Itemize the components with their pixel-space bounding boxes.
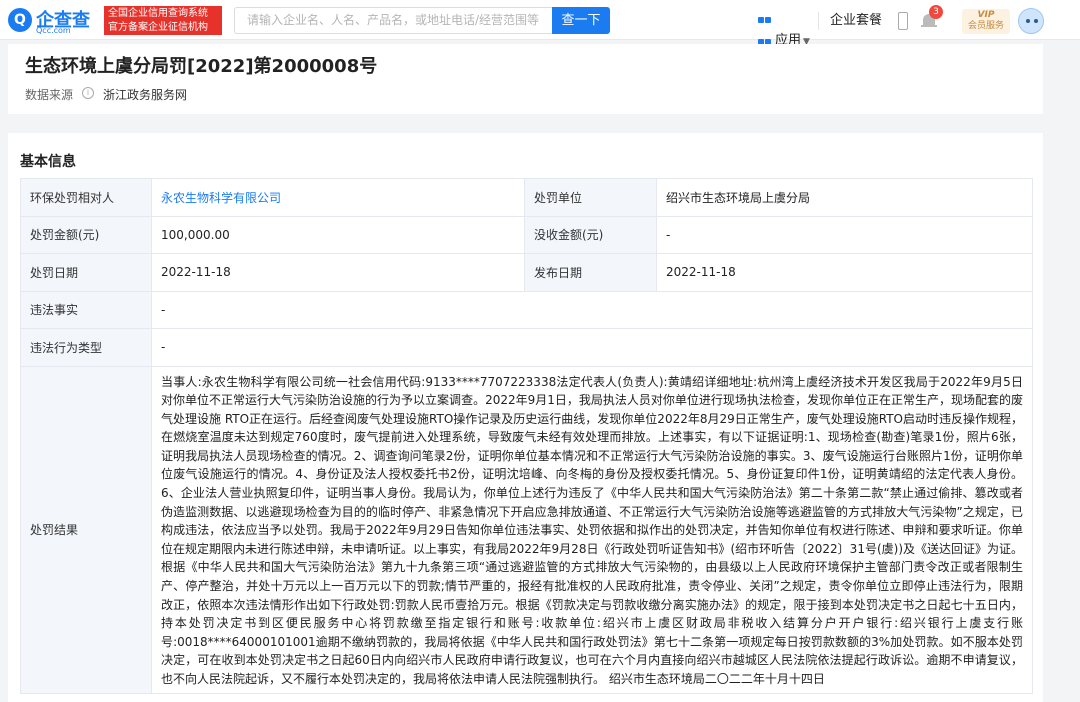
vip-label: VIP [977, 10, 995, 20]
basic-info-table: 环保处罚相对人 永农生物科学有限公司 处罚单位 绍兴市生态环境局上虞分局 处罚金… [20, 178, 1033, 694]
publish-value: 2022-11-18 [656, 253, 1033, 292]
amount-label: 处罚金额(元) [20, 215, 152, 254]
table-row: 处罚日期 2022-11-18 发布日期 2022-11-18 [20, 253, 1033, 292]
search-button[interactable]: 查一下 [552, 7, 610, 34]
result-value: 当事人:永农生物科学有限公司统一社会信用代码:9133****770722333… [151, 365, 1033, 694]
logo-icon: Q [8, 8, 32, 32]
table-row: 违法行为类型 - [20, 328, 1033, 367]
facts-label: 违法事实 [20, 290, 152, 329]
logo-domain: Qcc.com [36, 26, 71, 35]
enterprise-plans-link[interactable]: 企业套餐 [830, 10, 882, 32]
table-row: 处罚金额(元) 100,000.00 没收金额(元) - [20, 215, 1033, 254]
confiscation-value: - [656, 215, 1033, 254]
site-tagline: 全国企业信用查询系统 官方备案企业征信机构 [104, 6, 222, 35]
table-row: 环保处罚相对人 永农生物科学有限公司 处罚单位 绍兴市生态环境局上虞分局 [20, 178, 1033, 217]
info-icon[interactable]: i [82, 87, 94, 99]
apps-menu[interactable]: 应用 ▼ [758, 10, 810, 48]
avatar-icon[interactable] [1018, 8, 1044, 34]
apps-grid-icon [758, 10, 772, 45]
confiscation-label: 没收金额(元) [524, 215, 657, 254]
party-cell: 永农生物科学有限公司 [151, 178, 525, 217]
notification-badge: 3 [929, 5, 943, 19]
basic-info-card: 基本信息 环保处罚相对人 永农生物科学有限公司 处罚单位 绍兴市生态环境局上虞分… [8, 133, 1043, 702]
date-value: 2022-11-18 [151, 253, 525, 292]
result-label: 处罚结果 [20, 365, 152, 694]
page-title: 生态环境上虞分局罚[2022]第2000008号 [25, 56, 378, 77]
facts-value: - [151, 290, 1033, 329]
search-input[interactable]: 请输入企业名、人名、产品名，或地址电话/经营范围等 [234, 7, 552, 34]
vip-button[interactable]: VIP 会员服务 [962, 9, 1010, 34]
tagline-line-1: 全国企业信用查询系统 [108, 8, 208, 19]
nav-divider [818, 12, 819, 30]
type-value: - [151, 328, 1033, 367]
authority-value: 绍兴市生态环境局上虞分局 [656, 178, 1033, 217]
amount-value: 100,000.00 [151, 215, 525, 254]
section-title: 基本信息 [20, 154, 76, 170]
top-navbar: Q 企查查 Qcc.com 全国企业信用查询系统 官方备案企业征信机构 请输入企… [0, 0, 1080, 48]
tagline-line-2: 官方备案企业征信机构 [108, 22, 208, 33]
publish-label: 发布日期 [524, 253, 657, 292]
phone-icon[interactable] [898, 12, 908, 30]
logo[interactable]: Q 企查查 Qcc.com [8, 6, 103, 36]
type-label: 违法行为类型 [20, 328, 152, 367]
vip-service-label: 会员服务 [967, 21, 1004, 31]
table-row: 处罚结果 当事人:永农生物科学有限公司统一社会信用代码:9133****7707… [20, 365, 1033, 694]
table-row: 违法事实 - [20, 290, 1033, 329]
source-value: 浙江政务服务网 [103, 88, 188, 102]
authority-label: 处罚单位 [524, 178, 657, 217]
source-label: 数据来源 [25, 88, 74, 102]
party-label: 环保处罚相对人 [20, 178, 152, 217]
date-label: 处罚日期 [20, 253, 152, 292]
party-link[interactable]: 永农生物科学有限公司 [161, 191, 281, 205]
record-header: 生态环境上虞分局罚[2022]第2000008号 数据来源 i 浙江政务服务网 [8, 44, 1043, 114]
